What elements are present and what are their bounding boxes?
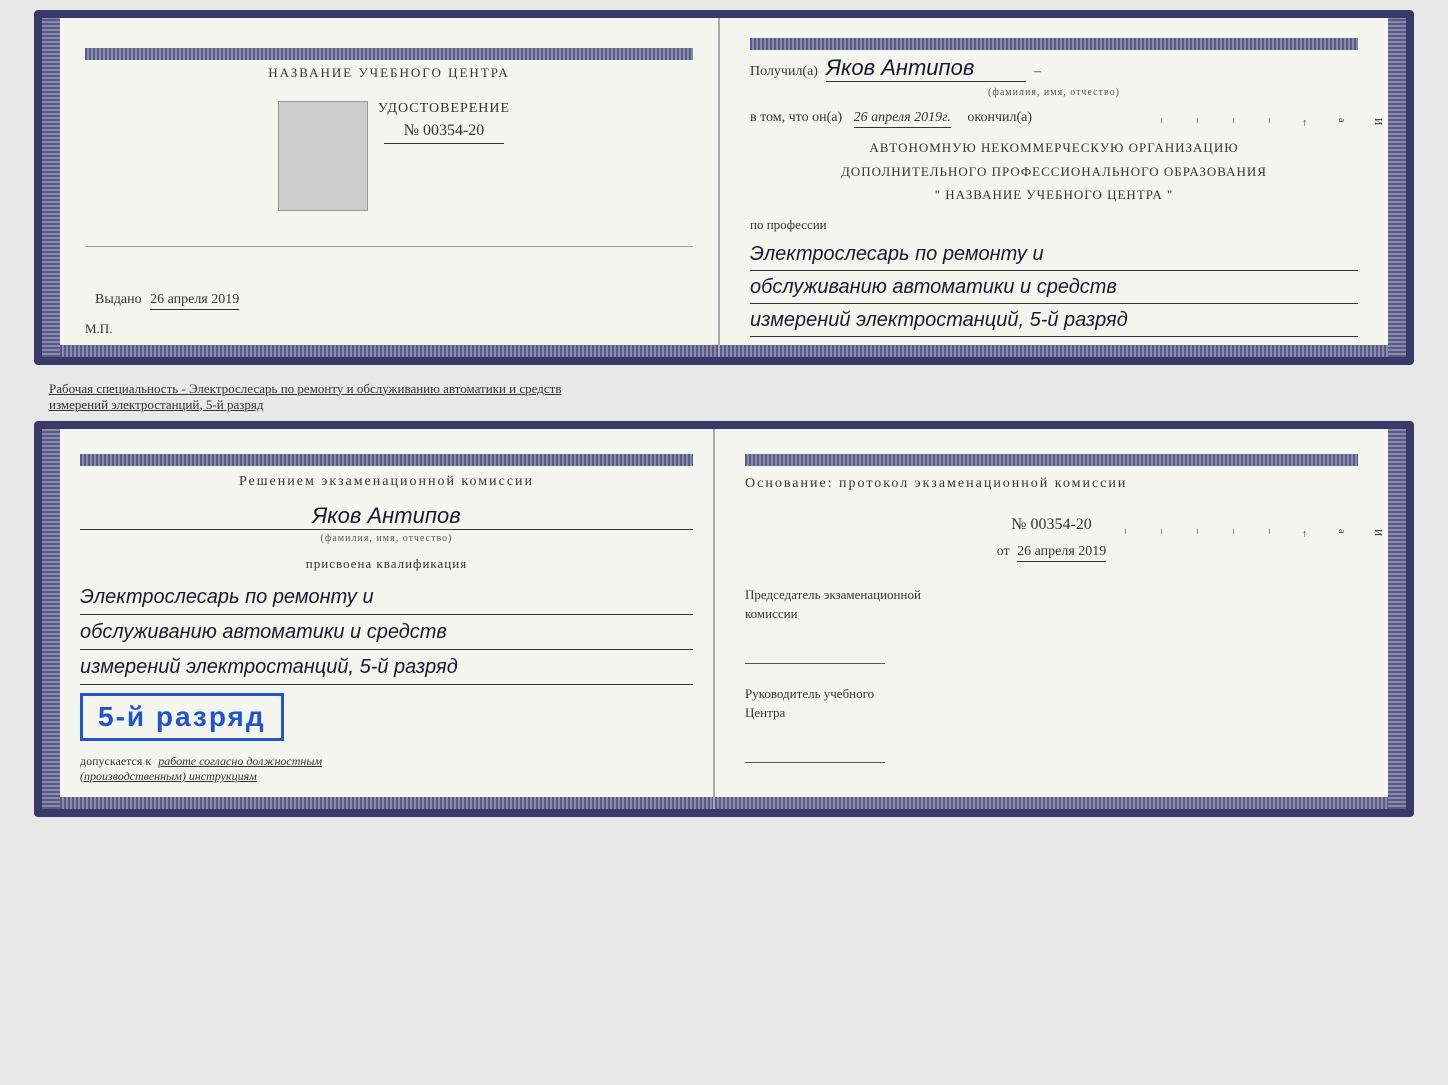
ann-4: – [1264, 118, 1275, 128]
basis-label: Основание: протокол экзаменационной коми… [745, 471, 1358, 496]
dash-after-name: – [1034, 64, 1041, 80]
mp-stamp: М.П. [85, 321, 112, 337]
finished-label: окончил(а) [967, 110, 1032, 125]
org-line1: АВТОНОМНУЮ НЕКОММЕРЧЕСКУЮ ОРГАНИЗАЦИЮ [750, 136, 1358, 159]
qualification-assigned: присвоена квалификация [80, 556, 693, 572]
from-date: 26 апреля 2019 [1017, 544, 1106, 562]
doc1-left-page: НАЗВАНИЕ УЧЕБНОГО ЦЕНТРА УДОСТОВЕРЕНИЕ №… [60, 18, 720, 357]
qual-line-3: измерений электростанций, 5-й разряд [80, 650, 693, 685]
ann-5: – [1228, 118, 1239, 128]
ann2-8: – [1120, 529, 1131, 539]
profession-text-1: Электрослесарь по ремонту и [750, 238, 1358, 271]
profession-label: по профессии [750, 217, 1358, 233]
rank-badge: 5-й разряд [80, 693, 284, 741]
org-line2: ДОПОЛНИТЕЛЬНОГО ПРОФЕССИОНАЛЬНОГО ОБРАЗО… [750, 160, 1358, 183]
chairman-sig-line [745, 644, 885, 664]
recipient-line: Получил(а) Яков Антипов – [750, 55, 1358, 82]
right-annotations-2: И а ← – – – – – [1120, 529, 1383, 539]
ann2-6: – [1192, 529, 1203, 539]
ann2-1: И [1372, 529, 1383, 539]
ann-2: а [1336, 118, 1347, 128]
top-border-1 [85, 48, 693, 60]
profession-text-2: обслуживанию автоматики и средств [750, 271, 1358, 304]
bottom-border-2r [715, 797, 1388, 809]
bottom-border-1r [720, 345, 1388, 357]
bottom-border-2 [60, 797, 713, 809]
right-annotations-1: И а ← – – – – [1156, 118, 1383, 128]
chairman-block: Председатель экзаменационной комиссии [745, 585, 1358, 664]
spine-right-2 [1388, 429, 1406, 809]
document-2: Решением экзаменационной комиссии Яков А… [34, 421, 1414, 817]
qual-line-2: обслуживанию автоматики и средств [80, 615, 693, 650]
cert-number: № 00354-20 [384, 122, 504, 144]
profession-text-3: измерений электростанций, 5-й разряд [750, 304, 1358, 337]
ann-7: – [1156, 118, 1167, 128]
spine-left-1 [42, 18, 60, 357]
spine-right-1 [1388, 18, 1406, 357]
cert-title: УДОСТОВЕРЕНИЕ [378, 101, 510, 117]
from-date-block: от 26 апреля 2019 [745, 544, 1358, 560]
fio-sub-2: (фамилия, имя, отчество) [80, 533, 693, 544]
ann-6: – [1192, 118, 1203, 128]
issued-label: Выдано [95, 292, 142, 307]
from-label: от [997, 544, 1010, 559]
doc1-header: НАЗВАНИЕ УЧЕБНОГО ЦЕНТРА [268, 65, 509, 81]
doc1-pages: НАЗВАНИЕ УЧЕБНОГО ЦЕНТРА УДОСТОВЕРЕНИЕ №… [60, 18, 1388, 357]
completion-date: 26 апреля 2019г. [854, 110, 951, 128]
doc2-right-page: Основание: протокол экзаменационной коми… [715, 429, 1388, 809]
ann-1: И [1372, 118, 1383, 128]
top-border-2r [745, 454, 1358, 466]
director-sig-line [745, 743, 885, 763]
ann2-7: – [1156, 529, 1167, 539]
issued-date: 26 апреля 2019 [150, 292, 239, 310]
doc1-left-inner: УДОСТОВЕРЕНИЕ № 00354-20 [268, 101, 510, 231]
top-border-2 [80, 454, 693, 466]
ann-3: ← [1300, 118, 1311, 128]
between-text: Рабочая специальность - Электрослесарь п… [49, 381, 561, 412]
commission-decision: Решением экзаменационной комиссии [80, 471, 693, 493]
person-name: Яков Антипов [80, 503, 693, 530]
org-line3: " НАЗВАНИЕ УЧЕБНОГО ЦЕНТРА " [750, 183, 1358, 206]
between-label: Рабочая специальность - Электрослесарь п… [34, 373, 1414, 421]
doc1-right-page: Получил(а) Яков Антипов – (фамилия, имя,… [720, 18, 1388, 357]
received-label: Получил(а) [750, 64, 818, 80]
allowed-text: допускается к работе согласно должностны… [80, 754, 693, 784]
ann2-4: – [1264, 529, 1275, 539]
top-border-1r [750, 38, 1358, 50]
ann2-2: а [1336, 529, 1347, 539]
in-that-label: в том, что он(а) [750, 110, 842, 125]
allowed-prefix: допускается к [80, 754, 151, 768]
cert-number-block: УДОСТОВЕРЕНИЕ № 00354-20 [378, 101, 510, 144]
doc2-left-page: Решением экзаменационной комиссии Яков А… [60, 429, 715, 809]
issued-line: Выдано 26 апреля 2019 [95, 292, 239, 308]
ann2-3: ← [1300, 529, 1311, 539]
document-1: НАЗВАНИЕ УЧЕБНОГО ЦЕНТРА УДОСТОВЕРЕНИЕ №… [34, 10, 1414, 365]
spine-left-2 [42, 429, 60, 809]
fio-sublabel: (фамилия, имя, отчество) [750, 87, 1358, 98]
bottom-border-1 [60, 345, 718, 357]
recipient-name: Яков Антипов [826, 55, 1026, 82]
director-block: Руководитель учебного Центра [745, 684, 1358, 763]
director-title: Руководитель учебного Центра [745, 684, 1358, 723]
ann2-5: – [1228, 529, 1239, 539]
org-block: АВТОНОМНУЮ НЕКОММЕРЧЕСКУЮ ОРГАНИЗАЦИЮ ДО… [750, 136, 1358, 206]
qual-line-1: Электрослесарь по ремонту и [80, 580, 693, 615]
doc2-pages: Решением экзаменационной комиссии Яков А… [60, 429, 1388, 809]
chairman-title: Председатель экзаменационной комиссии [745, 585, 1358, 624]
cert-photo-placeholder [278, 101, 368, 211]
